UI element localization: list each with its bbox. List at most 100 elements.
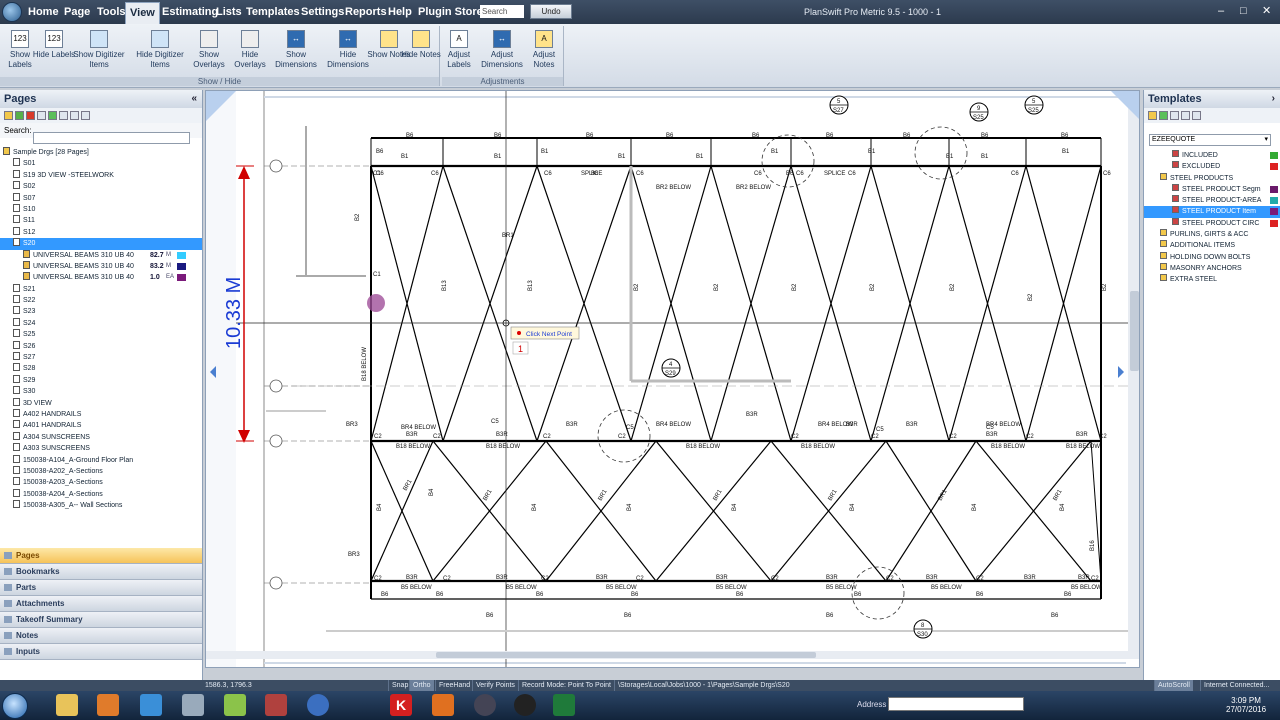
- sort-icon[interactable]: [59, 111, 68, 120]
- new-folder-icon[interactable]: [4, 111, 13, 120]
- delete-icon[interactable]: [26, 111, 35, 120]
- menu-settings[interactable]: Settings: [301, 0, 344, 24]
- page-item[interactable]: A304 SUNSCREENS: [0, 431, 202, 443]
- template-item[interactable]: MASONRY ANCHORS: [1144, 262, 1280, 274]
- template-item[interactable]: INCLUDED: [1144, 150, 1280, 161]
- kaspersky-icon[interactable]: K: [390, 694, 412, 716]
- menu-page[interactable]: Page: [64, 0, 90, 24]
- page-item[interactable]: S10: [0, 203, 202, 215]
- page-item[interactable]: 150038-A202_A-Sections: [0, 465, 202, 477]
- page-item[interactable]: S19 3D VIEW -STEELWORK: [0, 169, 202, 181]
- pages-search-input[interactable]: [33, 132, 190, 144]
- office-icon[interactable]: [432, 694, 454, 716]
- page-item[interactable]: S30: [0, 386, 202, 397]
- adjust-dimensions-button[interactable]: ↔ Adjust Dimensions: [476, 26, 528, 74]
- refresh-icon[interactable]: [1159, 111, 1168, 120]
- hide-overlays-button[interactable]: Hide Overlays: [227, 26, 273, 74]
- nav-panel-takeoff-summary[interactable]: Takeoff Summary: [0, 612, 202, 628]
- record-mode[interactable]: Record Mode: Point To Point: [518, 680, 614, 691]
- snap-toggle[interactable]: Snap: [388, 680, 411, 691]
- takeoff-item[interactable]: UNIVERSAL BEAMS 310 UB 40 83.2 M: [0, 260, 202, 272]
- collapse-all-icon[interactable]: [1192, 111, 1201, 120]
- menu-view[interactable]: View: [125, 2, 160, 24]
- maximize-icon[interactable]: □: [1240, 4, 1247, 18]
- collapse-icon[interactable]: «: [191, 90, 197, 108]
- menu-estimating[interactable]: Estimating: [162, 0, 218, 24]
- page-item[interactable]: S07: [0, 192, 202, 204]
- start-button[interactable]: [2, 693, 28, 719]
- template-item[interactable]: PURLINS, GIRTS & ACC: [1144, 229, 1280, 240]
- color-swatch[interactable]: [1270, 152, 1278, 159]
- page-item[interactable]: S11: [0, 215, 202, 226]
- app-icon[interactable]: [2, 2, 22, 22]
- page-item-selected[interactable]: S20: [0, 238, 202, 250]
- app-icon-5[interactable]: [224, 694, 246, 716]
- template-item[interactable]: HOLDING DOWN BOLTS: [1144, 251, 1280, 263]
- folder-item[interactable]: Sample Drgs [28 Pages]: [0, 147, 202, 158]
- page-item[interactable]: A402 HANDRAILS: [0, 408, 202, 420]
- verify-points-toggle[interactable]: Verify Points: [472, 680, 518, 691]
- page-item[interactable]: S22: [0, 295, 202, 306]
- internet-explorer-icon[interactable]: [140, 694, 162, 716]
- page-item[interactable]: S26: [0, 340, 202, 352]
- nav-panel-parts[interactable]: Parts: [0, 580, 202, 596]
- page-item[interactable]: 150038-A104_A-Ground Floor Plan: [0, 454, 202, 466]
- globe-icon[interactable]: [307, 694, 329, 716]
- page-item[interactable]: 150038-A203_A-Sections: [0, 477, 202, 488]
- blueprint-svg[interactable]: 5S27 9S254S298S305S25B6 B6 B6 B6 B6 B6 B6 B6 B6B1…: [206, 91, 1140, 668]
- color-swatch[interactable]: [1270, 163, 1278, 171]
- app-icon-11[interactable]: [514, 694, 536, 716]
- collapse-all-icon[interactable]: [81, 111, 90, 120]
- app-icon-6[interactable]: [265, 694, 287, 716]
- menu-lists[interactable]: Lists: [216, 0, 242, 24]
- template-item[interactable]: STEEL PRODUCT CIRC: [1144, 217, 1280, 229]
- page-item[interactable]: S21: [0, 283, 202, 295]
- template-select[interactable]: EZEEQUOTE ▾: [1149, 134, 1271, 146]
- template-item[interactable]: EXCLUDED: [1144, 161, 1280, 172]
- menu-help[interactable]: Help: [388, 0, 412, 24]
- page-item[interactable]: S29: [0, 374, 202, 386]
- template-item[interactable]: STEEL PRODUCT-AREA: [1144, 195, 1280, 206]
- undo-button[interactable]: Undo: [530, 4, 572, 19]
- file-explorer-icon[interactable]: [56, 694, 78, 716]
- page-item[interactable]: 150038-A204_A-Sections: [0, 488, 202, 500]
- template-item[interactable]: EXTRA STEEL: [1144, 274, 1280, 285]
- copy-icon[interactable]: [37, 111, 46, 120]
- page-item[interactable]: S27: [0, 352, 202, 363]
- nav-panel-pages[interactable]: Pages: [0, 548, 202, 564]
- app-icon-4[interactable]: [182, 694, 204, 716]
- page-item[interactable]: 3D VIEW: [0, 397, 202, 409]
- page-item[interactable]: S24: [0, 317, 202, 329]
- page-item[interactable]: A401 HANDRAILS: [0, 420, 202, 431]
- color-swatch[interactable]: [1270, 208, 1278, 216]
- search-input[interactable]: Search: [480, 5, 524, 18]
- color-swatch[interactable]: [177, 274, 186, 282]
- menu-plugin-store[interactable]: Plugin Store: [418, 0, 483, 24]
- nav-panel-inputs[interactable]: Inputs: [0, 644, 202, 660]
- hide-digitizer-items-button[interactable]: Hide Digitizer Items: [131, 26, 189, 74]
- refresh-icon[interactable]: [48, 111, 57, 120]
- app-icon-10[interactable]: [474, 694, 496, 716]
- new-folder-icon[interactable]: [1148, 111, 1157, 120]
- nav-panel-notes[interactable]: Notes: [0, 628, 202, 644]
- ortho-toggle[interactable]: Ortho: [409, 680, 434, 691]
- excel-icon[interactable]: [553, 694, 575, 716]
- page-item[interactable]: S02: [0, 181, 202, 192]
- show-dimensions-button[interactable]: ↔ Show Dimensions: [270, 26, 322, 74]
- collapse-icon[interactable]: ›: [1272, 90, 1275, 108]
- adjust-notes-button[interactable]: A Adjust Notes: [522, 26, 566, 74]
- color-swatch[interactable]: [1270, 219, 1278, 227]
- page-item[interactable]: S01: [0, 158, 202, 169]
- close-icon[interactable]: ✕: [1262, 4, 1271, 18]
- takeoff-item[interactable]: UNIVERSAL BEAMS 310 UB 40 1.0 EA: [0, 272, 202, 283]
- menu-home[interactable]: Home: [28, 0, 59, 24]
- nav-panel-attachments[interactable]: Attachments: [0, 596, 202, 612]
- media-player-icon[interactable]: [97, 694, 119, 716]
- drawing-canvas[interactable]: 5 S27 9 S25 4 S29 8 S30 5 S25 B6 B6 B6 B6 B6 B6 B6 B6 B6 B1…: [205, 90, 1140, 668]
- freehand-toggle[interactable]: FreeHand: [435, 680, 473, 691]
- sort-icon[interactable]: [1170, 111, 1179, 120]
- color-swatch[interactable]: [177, 251, 186, 259]
- add-page-icon[interactable]: [15, 111, 24, 120]
- template-item[interactable]: ADDITIONAL ITEMS: [1144, 240, 1280, 251]
- page-item[interactable]: S12: [0, 226, 202, 238]
